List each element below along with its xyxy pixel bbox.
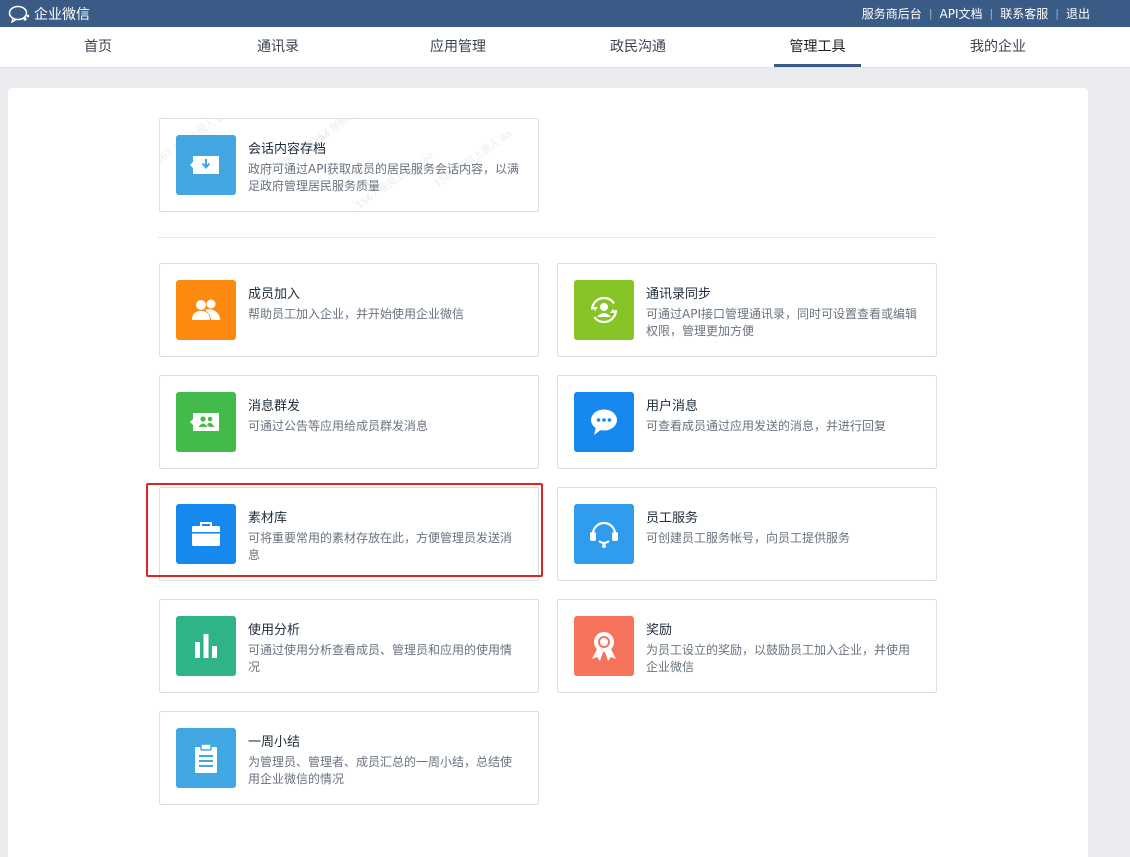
card-title: 用户消息	[646, 399, 699, 414]
card-member-join[interactable]: 成员加入 帮助员工加入企业，并开始使用企业微信	[159, 263, 539, 357]
top-links: 服务商后台 | API文档 | 联系客服 | 退出	[862, 5, 1090, 22]
tool-icon-tile	[574, 392, 634, 452]
archive-card[interactable]: 1567 居民上报人 aa 1567 居民上报人 aa 1567 居民上报人 a…	[159, 118, 539, 212]
tool-icon-tile	[176, 280, 236, 340]
link-separator: |	[928, 7, 933, 20]
card-description: 可通过使用分析查看成员、管理员和应用的使用情况	[248, 643, 513, 674]
brand-name: 企业微信	[34, 7, 90, 23]
card-usage-analysis[interactable]: 使用分析 可通过使用分析查看成员、管理员和应用的使用情况	[159, 599, 539, 693]
card-description: 为管理员、管理者、成员汇总的一周小结，总结使用企业微信的情况	[248, 755, 513, 786]
tab-home[interactable]: 首页	[58, 27, 138, 67]
card-title: 奖励	[646, 623, 673, 638]
tab-citizen-communication[interactable]: 政民沟通	[592, 27, 684, 67]
chat-bubble-icon	[591, 409, 617, 435]
broadcast-icon	[190, 413, 219, 431]
tool-icon-tile	[574, 504, 634, 564]
tab-management-tools[interactable]: 管理工具	[774, 27, 861, 67]
card-title: 成员加入	[248, 287, 301, 302]
sync-contacts-icon	[590, 296, 618, 324]
card-title: 消息群发	[248, 399, 301, 414]
card-weekly-summary[interactable]: 一周小结 为管理员、管理者、成员汇总的一周小结，总结使用企业微信的情况	[159, 711, 539, 805]
card-description: 为员工设立的奖励，以鼓励员工加入企业，并使用企业微信	[646, 643, 911, 674]
card-description: 可查看成员通过应用发送的消息，并进行回复	[646, 419, 887, 433]
link-api-docs[interactable]: API文档	[940, 5, 983, 22]
tools-panel: 1567 居民上报人 aa 1567 居民上报人 aa 1567 居民上报人 a…	[8, 88, 1088, 857]
briefcase-icon	[192, 522, 220, 546]
tool-icon-tile	[176, 728, 236, 788]
tool-icon-tile	[574, 280, 634, 340]
wecom-logo-icon	[8, 5, 30, 23]
link-logout[interactable]: 退出	[1066, 5, 1090, 22]
clipboard-icon	[195, 743, 217, 773]
tool-icon-tile	[574, 616, 634, 676]
tool-icon-tile	[176, 392, 236, 452]
tab-contacts[interactable]: 通讯录	[238, 27, 318, 67]
archive-icon-tile	[176, 135, 236, 195]
card-description: 可通过API接口管理通讯录，同时可设置查看或编辑权限，管理更加方便	[646, 307, 917, 338]
tab-app-management[interactable]: 应用管理	[412, 27, 504, 67]
card-rewards[interactable]: 奖励 为员工设立的奖励，以鼓励员工加入企业，并使用企业微信	[557, 599, 937, 693]
card-description: 可通过公告等应用给成员群发消息	[248, 419, 429, 433]
link-provider-backend[interactable]: 服务商后台	[862, 5, 922, 22]
top-bar: 企业微信 服务商后台 | API文档 | 联系客服 | 退出	[0, 0, 1130, 27]
members-icon	[192, 299, 220, 320]
card-user-messages[interactable]: 用户消息 可查看成员通过应用发送的消息，并进行回复	[557, 375, 937, 469]
download-icon	[190, 156, 219, 174]
link-separator: |	[1055, 7, 1059, 20]
archive-title: 会话内容存档	[248, 142, 327, 157]
archive-description: 政府可通过API获取成员的居民服务会话内容，以满足政府管理居民服务质量	[248, 162, 519, 193]
section-divider	[158, 237, 936, 238]
card-material-library[interactable]: 素材库 可将重要常用的素材存放在此，方便管理员发送消息	[159, 487, 539, 581]
headset-icon	[590, 521, 618, 548]
card-description: 可将重要常用的素材存放在此，方便管理员发送消息	[248, 531, 513, 562]
bar-chart-icon	[195, 634, 217, 658]
card-title: 使用分析	[248, 623, 301, 638]
card-title: 一周小结	[248, 735, 301, 750]
link-contact-support[interactable]: 联系客服	[1000, 5, 1048, 22]
card-description: 可创建员工服务帐号，向员工提供服务	[646, 531, 851, 545]
card-contacts-sync[interactable]: 通讯录同步 可通过API接口管理通讯录，同时可设置查看或编辑权限，管理更加方便	[557, 263, 937, 357]
card-broadcast[interactable]: 消息群发 可通过公告等应用给成员群发消息	[159, 375, 539, 469]
tab-my-enterprise[interactable]: 我的企业	[952, 27, 1044, 67]
card-description: 帮助员工加入企业，并开始使用企业微信	[248, 307, 465, 321]
award-icon	[592, 632, 616, 661]
link-separator: |	[989, 7, 994, 20]
tool-icon-tile	[176, 616, 236, 676]
card-employee-service[interactable]: 员工服务 可创建员工服务帐号，向员工提供服务	[557, 487, 937, 581]
tool-icon-tile	[176, 504, 236, 564]
card-title: 员工服务	[646, 511, 699, 526]
main-nav: 首页 通讯录 应用管理 政民沟通 管理工具 我的企业	[0, 27, 1130, 68]
brand-logo[interactable]: 企业微信	[8, 4, 90, 24]
card-title: 通讯录同步	[646, 287, 712, 302]
card-title: 素材库	[248, 511, 288, 526]
